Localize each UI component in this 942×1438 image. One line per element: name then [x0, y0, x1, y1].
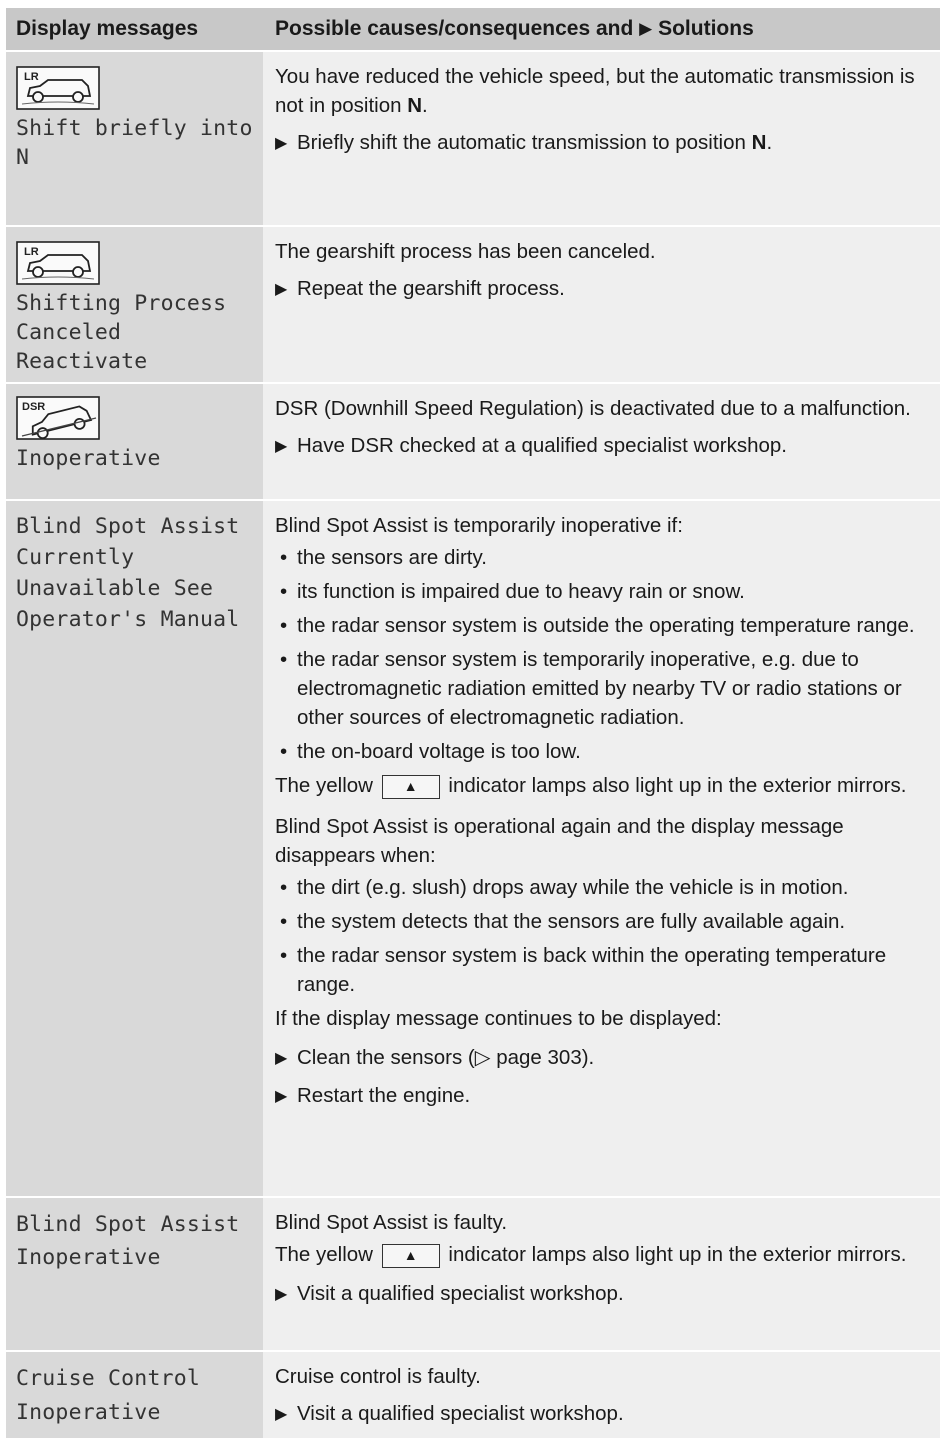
cause-text-bold: N: [407, 94, 423, 117]
display-message-text: Inoperative: [16, 446, 161, 471]
list-item: • the system detects that the sensors are…: [280, 910, 846, 933]
cause-text: Blind Spot Assist is temporarily inopera…: [275, 514, 683, 537]
indicator-lamp-note: The yellow ▲ indicator lamps also light …: [275, 774, 907, 799]
solution-step: ▶ Restart the engine.: [275, 1081, 930, 1111]
table-row: LR Shift briefly into N You have reduced…: [6, 52, 940, 227]
message-cell: DSR Inoperative: [6, 384, 263, 499]
list-item: • the radar sensor system is temporarily …: [280, 648, 902, 729]
solution-cell: You have reduced the vehicle speed, but …: [263, 52, 940, 225]
display-message-text: Blind Spot Assist Currently Unavailable …: [16, 514, 240, 632]
solution-step: ▶ Have DSR checked at a qualified special…: [275, 431, 930, 461]
step-arrow-icon: ▶: [275, 1050, 288, 1067]
step-arrow-icon: ▶: [275, 1406, 288, 1423]
list-item: • the radar sensor system is outside the …: [280, 614, 915, 637]
step-arrow-icon: ▶: [275, 1088, 288, 1105]
table-row: Blind Spot Assist Currently Unavailable …: [6, 501, 940, 1198]
display-message-text: Shifting Process Canceled Reactivate: [16, 291, 227, 374]
header-causes-label: Possible causes/consequences and: [275, 17, 634, 40]
indicator-lamp-icon: ▲: [381, 1243, 440, 1268]
header-display-messages: Display messages: [6, 8, 263, 50]
off-road-lr-icon: LR: [16, 66, 100, 110]
step-text: Repeat the gearshift process.: [297, 277, 565, 300]
step-text: Restart the engine.: [297, 1084, 471, 1107]
step-text: Clean the sensors (▷ page 303).: [297, 1046, 595, 1069]
solution-step: ▶ Briefly shift the automatic transmissio…: [275, 128, 930, 158]
solutions-arrow-icon: ▶: [639, 19, 653, 38]
cause-text: Blind Spot Assist is faulty.: [275, 1211, 508, 1234]
header-solutions-label: Solutions: [658, 17, 754, 40]
cause-text-end: .: [422, 94, 428, 117]
header-causes-solutions: Possible causes/consequences and ▶ Solut…: [263, 8, 940, 50]
step-text: Visit a qualified specialist workshop.: [297, 1282, 624, 1305]
solution-cell: DSR (Downhill Speed Regulation) is deact…: [263, 384, 940, 499]
display-message-text: Cruise Control Inoperative: [16, 1366, 201, 1425]
off-road-lr-icon: LR: [16, 241, 100, 285]
message-cell: Blind Spot Assist Inoperative: [6, 1198, 263, 1350]
list-item: • the dirt (e.g. slush) drops away while …: [280, 876, 849, 899]
cause-text: Blind Spot Assist is operational again a…: [275, 815, 844, 867]
list-item: • the on-board voltage is too low.: [280, 740, 581, 763]
svg-text:LR: LR: [24, 246, 39, 258]
table-row: Cruise Control Inoperative Cruise contro…: [6, 1352, 940, 1438]
list-item: • its function is impaired due to heavy r…: [280, 580, 745, 603]
message-cell: Cruise Control Inoperative: [6, 1352, 263, 1438]
solution-cell: Blind Spot Assist is temporarily inopera…: [263, 501, 940, 1196]
svg-text:DSR: DSR: [22, 401, 45, 413]
step-text: Have DSR checked at a qualified speciali…: [297, 434, 787, 457]
table-row: LR Shifting Process Canceled Reactivate …: [6, 227, 940, 384]
step-text-bold: N: [751, 131, 767, 154]
step-arrow-icon: ▶: [275, 438, 288, 455]
solution-step: ▶ Visit a qualified specialist workshop.: [275, 1399, 930, 1429]
display-message-text: Blind Spot Assist Inoperative: [16, 1212, 240, 1270]
indicator-lamp-note: The yellow ▲ indicator lamps also light …: [275, 1243, 907, 1268]
cause-text: The gearshift process has been canceled.: [275, 240, 656, 263]
step-arrow-icon: ▶: [275, 281, 288, 298]
dsr-downhill-icon: DSR: [16, 396, 100, 440]
step-arrow-icon: ▶: [275, 1286, 288, 1303]
cause-text: If the display message continues to be d…: [275, 1007, 722, 1030]
cause-text: You have reduced the vehicle speed, but …: [275, 65, 915, 117]
list-item: • the sensors are dirty.: [280, 546, 487, 569]
cause-text: Cruise control is faulty.: [275, 1365, 481, 1388]
step-text: Briefly shift the automatic transmission…: [297, 131, 746, 154]
solution-step: ▶ Clean the sensors (▷ page 303).: [275, 1043, 930, 1073]
list-item: • the radar sensor system is back within …: [280, 944, 887, 996]
indicator-lamp-icon: ▲: [381, 774, 440, 799]
step-text-end: .: [766, 131, 773, 154]
step-text: Visit a qualified specialist workshop.: [297, 1402, 624, 1425]
step-arrow-icon: ▶: [275, 135, 288, 152]
solution-step: ▶ Visit a qualified specialist workshop.: [275, 1279, 930, 1309]
svg-text:LR: LR: [24, 71, 39, 83]
message-cell: LR Shifting Process Canceled Reactivate: [6, 227, 263, 382]
table-row: Blind Spot Assist Inoperative Blind Spot…: [6, 1198, 940, 1352]
display-message-text: Shift briefly into N: [16, 116, 253, 170]
cause-text: DSR (Downhill Speed Regulation) is deact…: [275, 397, 911, 420]
message-cell: LR Shift briefly into N: [6, 52, 263, 225]
solution-step: ▶ Repeat the gearshift process.: [275, 274, 930, 304]
message-cell: Blind Spot Assist Currently Unavailable …: [6, 501, 263, 1196]
solution-cell: Cruise control is faulty. ▶ Visit a quali…: [263, 1352, 940, 1438]
table-row: DSR Inoperative DSR (Downhill Speed Regu…: [6, 384, 940, 501]
display-messages-table: Display messages Possible causes/consequ…: [6, 8, 940, 1438]
table-header: Display messages Possible causes/consequ…: [6, 8, 940, 52]
solution-cell: The gearshift process has been canceled.…: [263, 227, 940, 382]
solution-cell: Blind Spot Assist is faulty. The yellow …: [263, 1198, 940, 1350]
